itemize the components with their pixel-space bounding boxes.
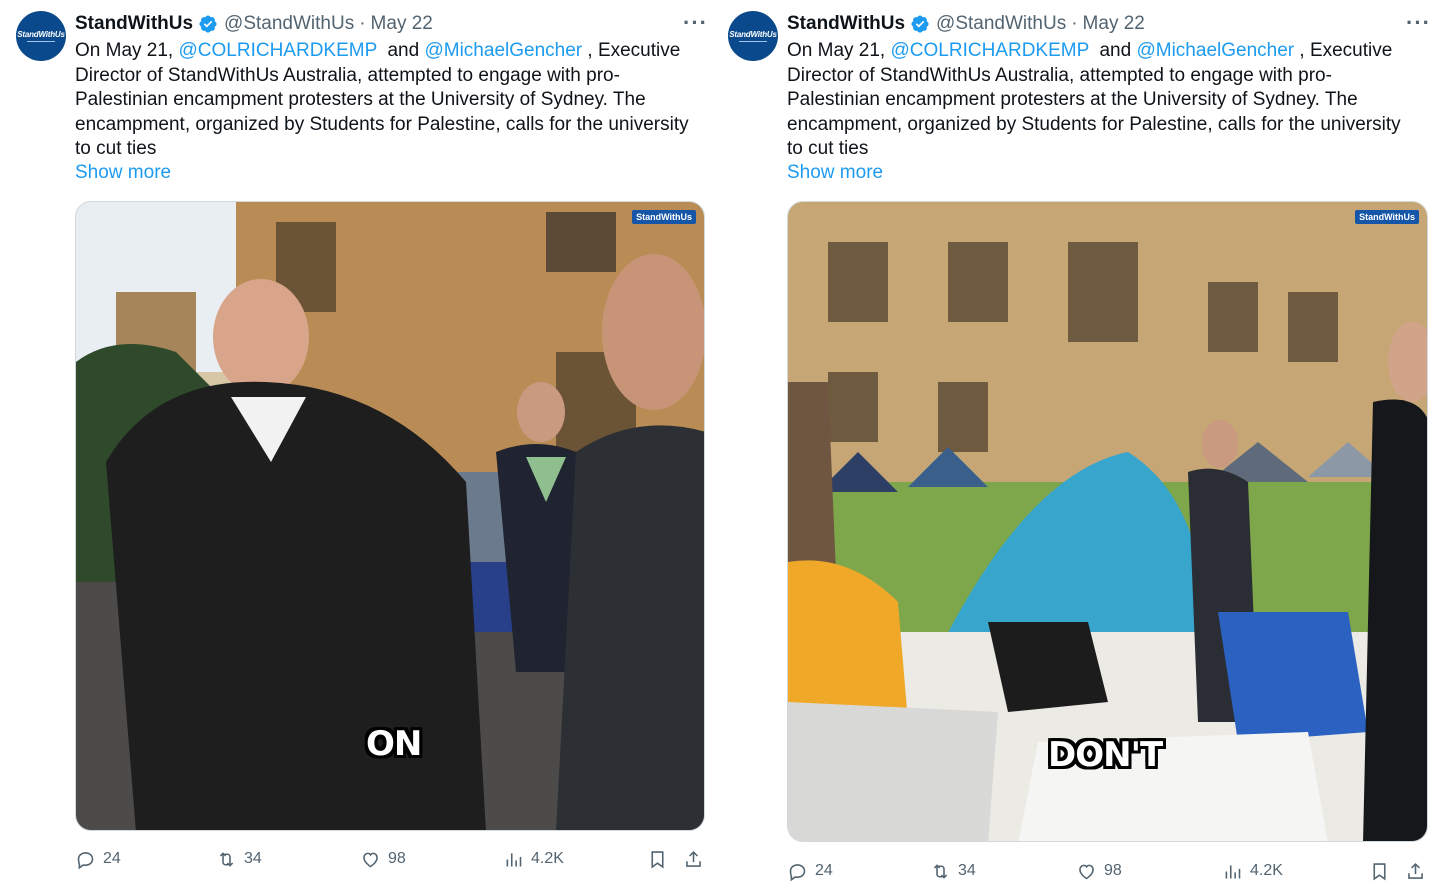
tweet-card-1[interactable]: StandWithUs StandWithUs @StandWithUs · M… [0,0,712,890]
video-watermark: StandWithUs [1355,210,1419,224]
view-count: 4.2K [1250,862,1283,879]
share-icon [1408,862,1423,879]
text-segment: , Executive [582,40,681,61]
tweet-text-line-1: On May 21, @COLRICHARDKEMP and @MichaelG… [75,39,705,64]
video-player[interactable]: StandWithUs DON'T [787,201,1428,842]
tweet-text: On May 21, @COLRICHARDKEMP and @MichaelG… [75,39,705,162]
view-count: 4.2K [531,850,564,867]
separator-dot: · [359,13,366,34]
reply-count: 24 [103,850,121,867]
reply-button[interactable]: 24 [787,861,833,882]
video-player[interactable]: StandWithUs ON [75,201,705,831]
tweet-text-line-5: to cut ties [75,138,157,159]
avatar-logo-text: StandWithUs [17,30,65,39]
like-count: 98 [1104,862,1122,879]
mention-link[interactable]: @MichaelGencher [424,40,582,61]
bookmark-icon [651,850,664,868]
tweet-header: StandWithUs @StandWithUs · May 22 [75,11,433,37]
author-handle[interactable]: @StandWithUs [224,13,354,35]
tweet-text-line-4: encampment, organized by Students for Pa… [787,113,1401,135]
repost-count: 34 [244,850,262,867]
author-name[interactable]: StandWithUs [75,13,193,35]
views-button[interactable]: 4.2K [1222,861,1283,882]
text-segment: and [1088,40,1137,61]
video-caption: ON [366,724,422,764]
tweet-actions: 24 34 98 4.2K [787,859,1428,883]
mention-link[interactable]: @COLRICHARDKEMP [179,40,377,61]
reply-icon [77,851,94,869]
video-watermark: StandWithUs [632,210,696,224]
bookmark-button[interactable] [1369,861,1390,882]
tweet-text-line-2: Director of StandWithUs Australia, attem… [75,64,620,86]
bookmark-button[interactable] [647,849,668,870]
avatar-logo-text: StandWithUs [729,30,777,39]
like-button[interactable]: 98 [1076,861,1122,882]
more-icon[interactable]: ··· [1406,10,1431,36]
author-handle[interactable]: @StandWithUs [936,13,1066,35]
tweet-text-line-3: Palestinian encampment protesters at the… [787,89,1358,110]
show-more-link[interactable]: Show more [75,162,171,184]
views-icon [1225,864,1241,878]
like-count: 98 [388,850,406,867]
views-button[interactable]: 4.2K [503,849,564,870]
repost-icon [933,863,948,879]
tweet-text-line-2: Director of StandWithUs Australia, attem… [787,64,1332,86]
author-name[interactable]: StandWithUs [787,13,905,35]
share-button[interactable] [1405,861,1426,882]
text-segment: On May 21, [787,40,891,61]
video-caption: DON'T [1048,735,1163,775]
mention-link[interactable]: @COLRICHARDKEMP [891,40,1089,61]
reply-count: 24 [815,862,833,879]
more-icon[interactable]: ··· [683,10,708,36]
tweet-text-line-5: to cut ties [787,138,869,159]
bookmark-icon [1373,862,1386,880]
like-icon [1079,864,1094,879]
text-segment: , Executive [1294,40,1393,61]
repost-button[interactable]: 34 [216,849,262,870]
repost-button[interactable]: 34 [930,861,976,882]
tweet-actions: 24 34 98 4.2K [75,847,705,871]
avatar[interactable]: StandWithUs [16,11,66,61]
like-icon [363,852,378,867]
repost-count: 34 [958,862,976,879]
tweet-text: On May 21, @COLRICHARDKEMP and @MichaelG… [787,39,1417,162]
tweet-text-line-1: On May 21, @COLRICHARDKEMP and @MichaelG… [787,39,1417,64]
tweet-date[interactable]: May 22 [1083,13,1145,35]
views-icon [506,852,522,866]
reply-button[interactable]: 24 [75,849,121,870]
share-icon [686,850,701,867]
avatar-logo-line [26,41,55,42]
repost-icon [219,851,234,867]
share-button[interactable] [683,849,704,870]
text-segment: On May 21, [75,40,179,61]
mention-link[interactable]: @MichaelGencher [1136,40,1294,61]
text-segment: and [376,40,425,61]
tweet-text-line-4: encampment, organized by Students for Pa… [75,113,689,135]
show-more-link[interactable]: Show more [787,162,883,184]
tweet-date[interactable]: May 22 [371,13,433,35]
avatar-logo-line [738,41,767,42]
avatar[interactable]: StandWithUs [728,11,778,61]
reply-icon [789,863,806,881]
verified-badge-icon [911,15,929,33]
tweet-card-2[interactable]: StandWithUs StandWithUs @StandWithUs · M… [712,0,1430,890]
tweet-header: StandWithUs @StandWithUs · May 22 [787,11,1145,37]
like-button[interactable]: 98 [360,849,406,870]
verified-badge-icon [199,15,217,33]
separator-dot: · [1071,13,1078,34]
tweet-text-line-3: Palestinian encampment protesters at the… [75,89,646,110]
